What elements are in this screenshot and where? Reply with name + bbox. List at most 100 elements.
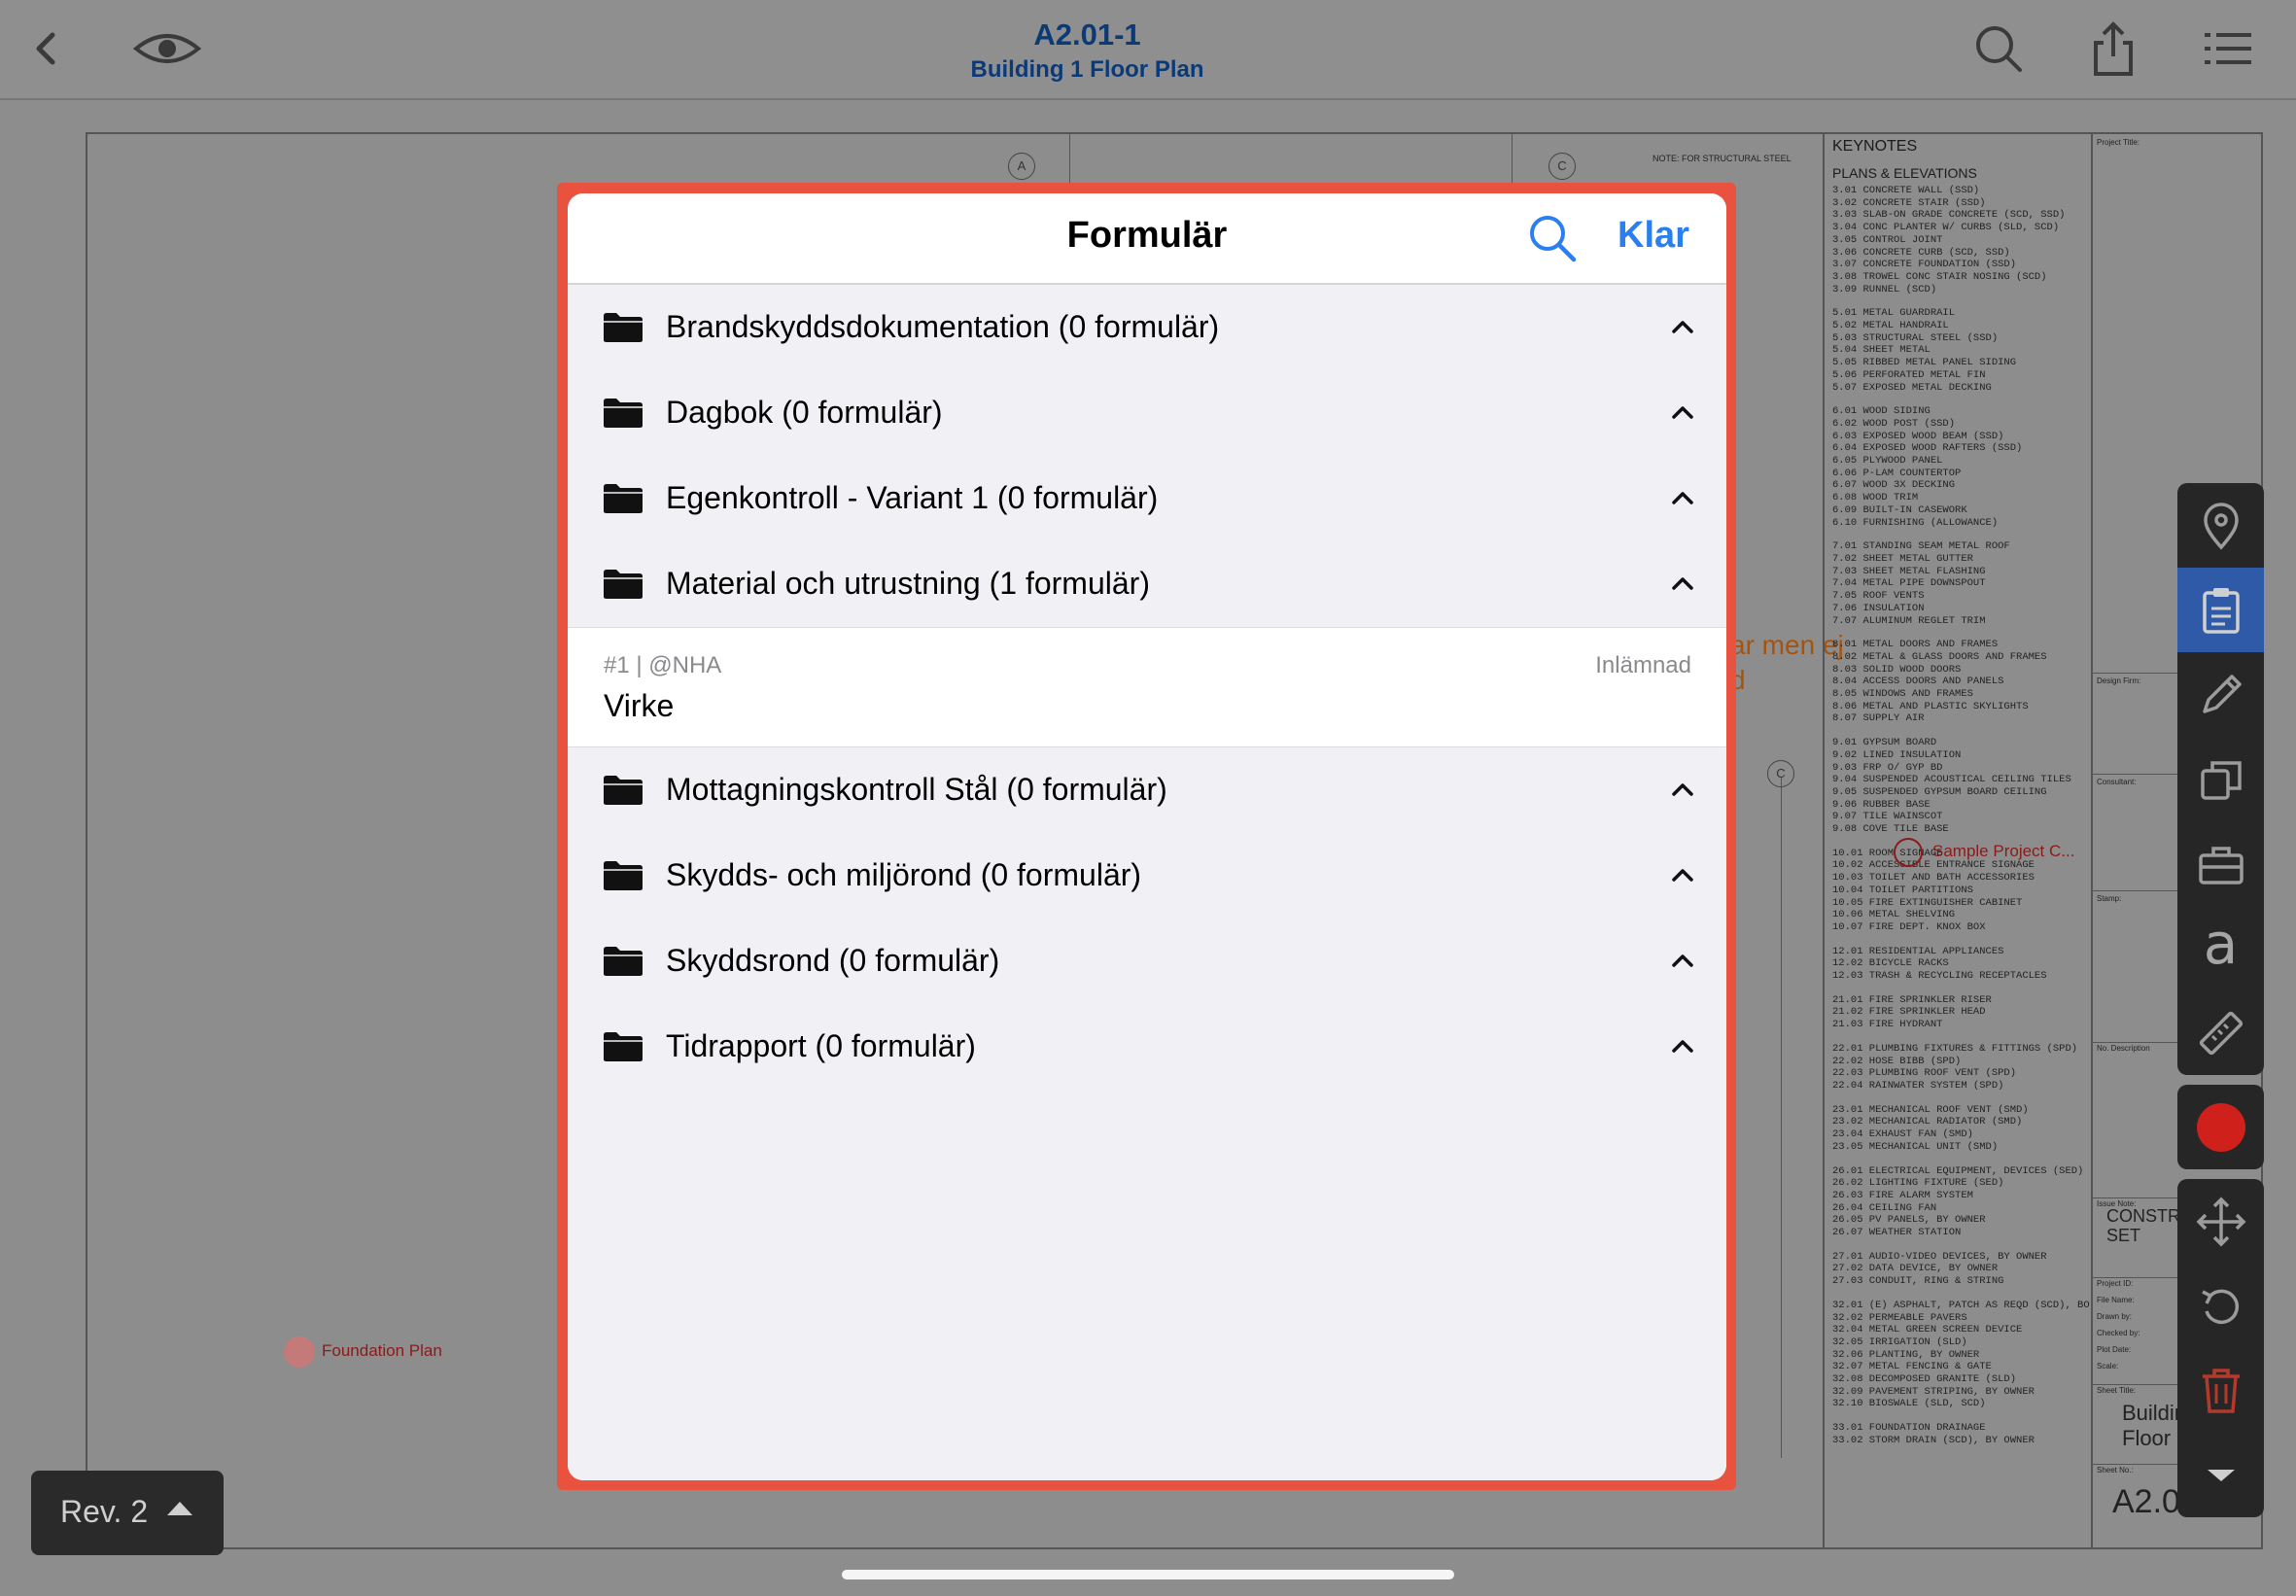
keynote-item: 33.01 FOUNDATION DRAINAGE	[1832, 1422, 1986, 1435]
keynote-item: 21.01 FIRE SPRINKLER RISER	[1832, 993, 1992, 1006]
keynote-item: 26.03 FIRE ALARM SYSTEM	[1832, 1189, 1973, 1201]
caret-up-icon	[167, 1502, 192, 1515]
copy-icon[interactable]	[2177, 737, 2264, 821]
keynote-spacer	[1832, 529, 2083, 540]
chevron-up-icon[interactable]	[1670, 866, 1695, 884]
keynote-item: 6.01 WOOD SIDING	[1832, 405, 1931, 418]
form-list-item[interactable]: #1 | @NHA Inlämnad Virke	[568, 627, 1726, 747]
keynote-item: 23.05 MECHANICAL UNIT (SMD)	[1832, 1140, 1999, 1153]
move-icon[interactable]	[2177, 1179, 2264, 1264]
keynote-item: 22.04 RAINWATER SYSTEM (SPD)	[1832, 1080, 2004, 1092]
folder-row[interactable]: Dagbok (0 formulär)	[568, 370, 1726, 456]
undo-icon[interactable]	[2177, 1264, 2264, 1348]
revision-button[interactable]: Rev. 2	[31, 1471, 224, 1555]
trash-icon[interactable]	[2177, 1348, 2264, 1433]
folder-row[interactable]: Tidrapport (0 formulär)	[568, 1004, 1726, 1090]
checked-by-label: Checked by:	[2097, 1329, 2140, 1337]
location-pin-icon[interactable]	[2177, 483, 2264, 568]
keynote-item: 7.07 ALUMINUM REGLET TRIM	[1832, 614, 1986, 627]
keynote-item: 9.01 GYPSUM BOARD	[1832, 737, 1937, 749]
keynote-item: 32.05 IRRIGATION (SLD)	[1832, 1336, 1967, 1348]
folder-label: Brandskyddsdokumentation (0 formulär)	[666, 309, 1220, 344]
chevron-up-icon[interactable]	[1670, 403, 1695, 421]
chevron-up-icon[interactable]	[1670, 1037, 1695, 1055]
folder-row[interactable]: Skydds- och miljörond (0 formulär)	[568, 833, 1726, 919]
color-swatch	[2196, 1102, 2245, 1152]
folder-icon	[603, 1031, 644, 1062]
drawing-note: NOTE: FOR STRUCTURAL STEEL	[1652, 154, 1792, 163]
keynote-item: 8.05 WINDOWS AND FRAMES	[1832, 688, 1973, 701]
keynote-spacer	[1832, 394, 2083, 405]
keynote-item: 32.07 METAL FENCING & GATE	[1832, 1361, 1992, 1373]
scale-label: Scale:	[2097, 1362, 2119, 1370]
search-icon[interactable]	[1969, 19, 2028, 78]
ruler-icon[interactable]	[2177, 990, 2264, 1075]
text-tool-icon[interactable]: a	[2177, 906, 2264, 990]
keynote-item: 32.08 DECOMPOSED GRANITE (SLD)	[1832, 1373, 2017, 1386]
keynote-item: 10.05 FIRE EXTINGUISHER CABINET	[1832, 896, 2023, 909]
keynote-item: 22.02 HOSE BIBB (SPD)	[1832, 1055, 1962, 1067]
folder-icon	[603, 946, 644, 977]
consultant-label: Consultant:	[2097, 778, 2137, 786]
keynote-item: 3.02 CONCRETE STAIR (SSD)	[1832, 196, 1986, 209]
sample-project-link[interactable]: Sample Project C...	[1932, 842, 2074, 861]
folder-label: Tidrapport (0 formulär)	[666, 1028, 976, 1063]
sheet-title-block[interactable]: A2.01-1 Building 1 Floor Plan	[0, 17, 2174, 84]
keynotes-title: KEYNOTES	[1832, 138, 1918, 155]
sheet-title-label: Sheet Title:	[2097, 1386, 2137, 1395]
done-button[interactable]: Klar	[1618, 215, 1689, 257]
keynotes-panel: KEYNOTES PLANS & ELEVATIONS 3.01 CONCRET…	[1823, 132, 2093, 1549]
chevron-down-icon[interactable]	[2177, 1433, 2264, 1517]
pencil-icon[interactable]	[2177, 652, 2264, 737]
folder-row[interactable]: Material och utrustning (1 formulär)	[568, 541, 1726, 627]
keynote-item: 10.04 TOILET PARTITIONS	[1832, 884, 1973, 896]
folder-icon	[603, 483, 644, 514]
keynote-spacer	[1832, 1031, 2083, 1043]
chevron-up-icon[interactable]	[1670, 489, 1695, 506]
keynote-item: 6.04 EXPOSED WOOD RAFTERS (SSD)	[1832, 442, 2023, 455]
chevron-up-icon[interactable]	[1670, 952, 1695, 969]
list-icon[interactable]	[2199, 19, 2257, 78]
chevron-up-icon[interactable]	[1670, 574, 1695, 592]
folder-label: Mottagningskontroll Stål (0 formulär)	[666, 772, 1167, 807]
keynote-item: 3.09 RUNNEL (SCD)	[1832, 283, 1937, 295]
folder-row[interactable]: Egenkontroll - Variant 1 (0 formulär)	[568, 456, 1726, 541]
annotation-toolbar: a	[2177, 483, 2264, 1527]
sheet-link-marker[interactable]	[284, 1336, 315, 1368]
file-name-label: File Name:	[2097, 1296, 2135, 1304]
foundation-plan-link[interactable]: Foundation Plan	[322, 1341, 442, 1361]
design-firm-label: Design Firm:	[2097, 677, 2141, 685]
share-icon[interactable]	[2084, 19, 2142, 78]
grid-line	[1781, 778, 1782, 1458]
folder-row[interactable]: Skyddsrond (0 formulär)	[568, 919, 1726, 1004]
folder-row[interactable]: Mottagningskontroll Stål (0 formulär)	[568, 747, 1726, 833]
keynote-spacer	[1832, 1154, 2083, 1165]
search-icon[interactable]	[1525, 211, 1580, 265]
keynote-item: 22.03 PLUMBING ROOF VENT (SPD)	[1832, 1067, 2017, 1080]
keynote-item: 10.06 METAL SHELVING	[1832, 909, 1956, 921]
keynote-item: 3.04 CONC PLANTER W/ CURBS (SLD, SCD)	[1832, 222, 2060, 234]
toolbox-icon[interactable]	[2177, 821, 2264, 906]
chevron-up-icon[interactable]	[1670, 318, 1695, 335]
keynote-item: 7.02 SHEET METAL GUTTER	[1832, 552, 1973, 565]
keynote-item: 26.02 LIGHTING FIXTURE (SED)	[1832, 1177, 2004, 1190]
keynote-item: 8.02 METAL & GLASS DOORS AND FRAMES	[1832, 650, 2047, 663]
keynote-item: 10.07 FIRE DEPT. KNOX BOX	[1832, 920, 1986, 933]
color-picker[interactable]	[2177, 1085, 2264, 1169]
sheet-link-marker[interactable]	[1894, 838, 1923, 867]
keynote-item: 9.08 COVE TILE BASE	[1832, 823, 1949, 836]
keynote-spacer	[1832, 295, 2083, 307]
tool-group: a	[2177, 483, 2264, 1075]
keynotes-subtitle: PLANS & ELEVATIONS	[1832, 165, 1977, 181]
clipboard-icon[interactable]	[2177, 568, 2264, 652]
grid-label-bubble: C	[1767, 760, 1794, 787]
form-meta: #1 | @NHA	[604, 652, 722, 678]
keynote-item: 7.03 SHEET METAL FLASHING	[1832, 565, 1986, 577]
keynote-item: 27.03 CONDUIT, RING & STRING	[1832, 1275, 2004, 1288]
keynote-item: 8.01 METAL DOORS AND FRAMES	[1832, 639, 1999, 651]
keynote-item: 23.02 MECHANICAL RADIATOR (SMD)	[1832, 1116, 2023, 1128]
chevron-up-icon[interactable]	[1670, 781, 1695, 798]
folder-row[interactable]: Brandskyddsdokumentation (0 formulär)	[568, 285, 1726, 370]
folder-label: Skyddsrond (0 formulär)	[666, 943, 1000, 978]
keynote-item: 6.07 WOOD 3X DECKING	[1832, 479, 1956, 492]
